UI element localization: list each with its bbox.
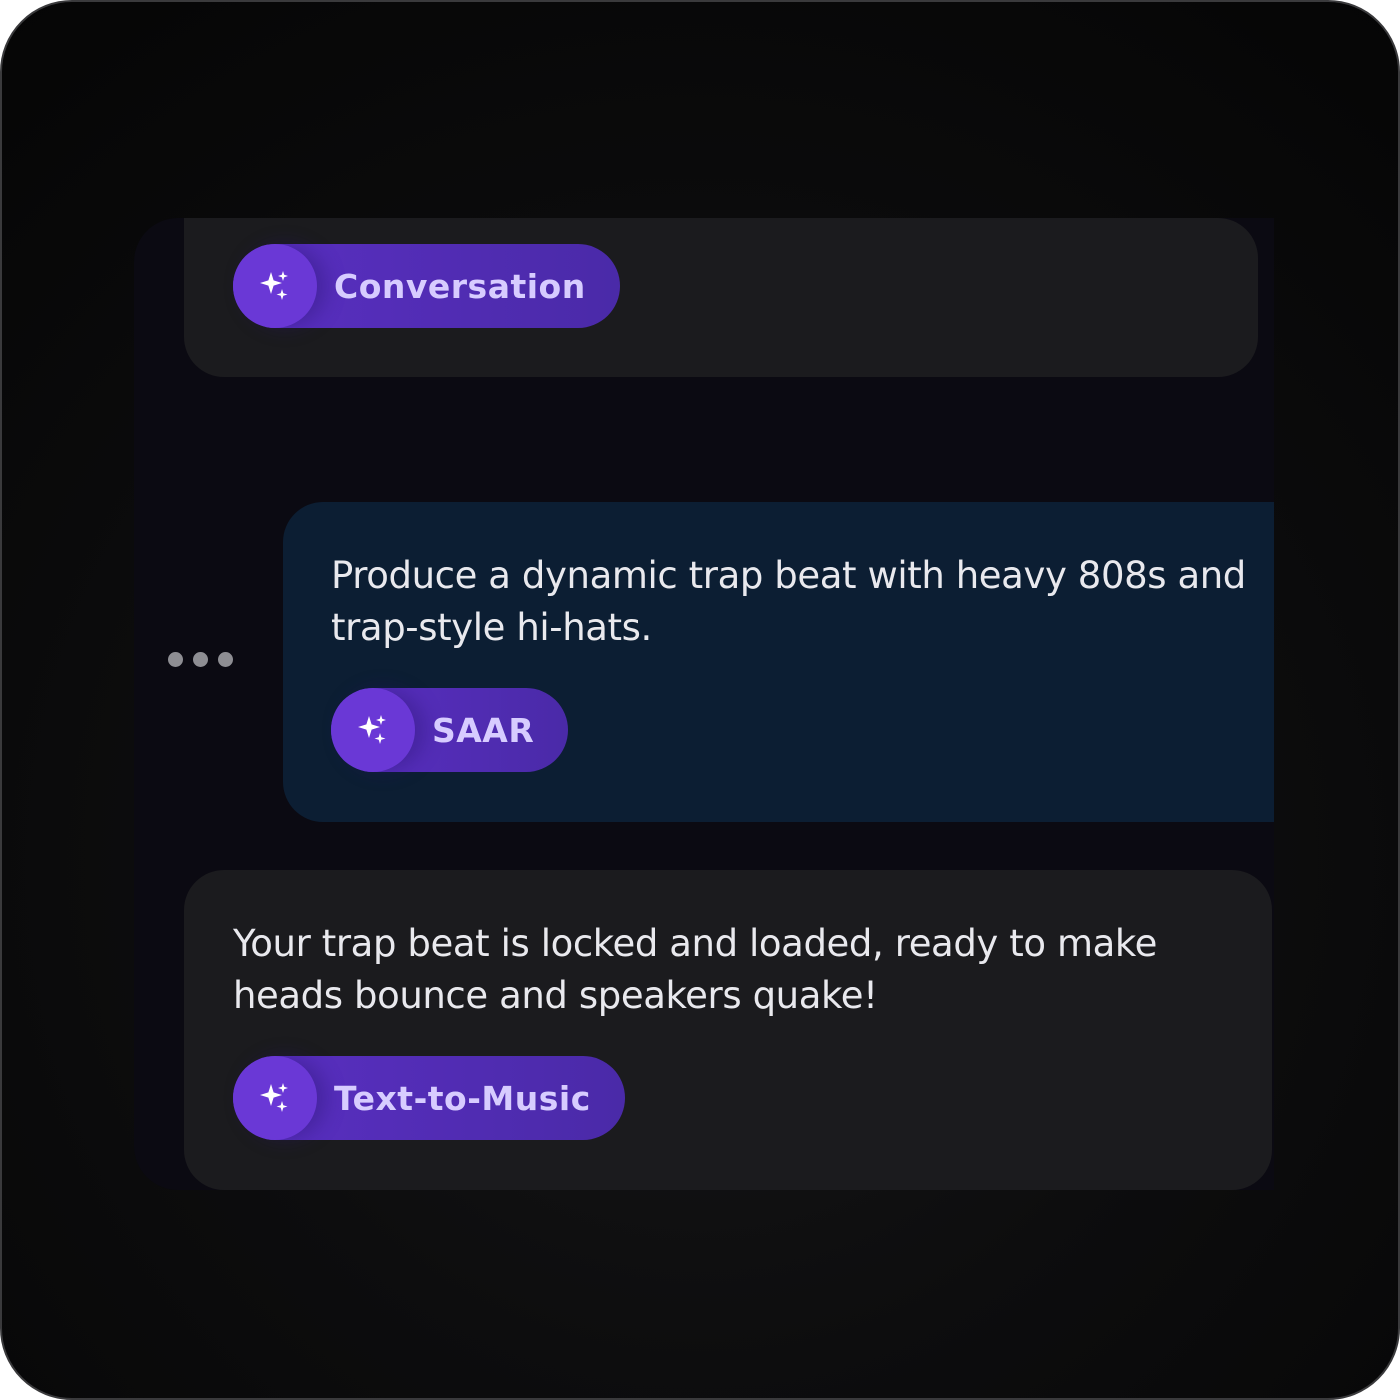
assistant-message-text: Your trap beat is locked and loaded, rea… bbox=[233, 918, 1253, 1022]
message-line: trap-style hi-hats. bbox=[331, 606, 652, 649]
message-line: heads bounce and speakers quake! bbox=[233, 974, 878, 1017]
sparkles-icon bbox=[233, 1056, 317, 1140]
sparkles-icon bbox=[233, 244, 317, 328]
saar-tag[interactable]: SAAR bbox=[331, 688, 569, 772]
dot bbox=[193, 652, 208, 667]
chat-thread: Conversation Produce a dynamic trap beat… bbox=[134, 218, 1274, 1190]
user-message-text: Produce a dynamic trap beat with heavy 8… bbox=[331, 550, 1274, 654]
text-to-music-tag[interactable]: Text-to-Music bbox=[233, 1056, 625, 1140]
tag-label: Conversation bbox=[334, 266, 586, 306]
sparkles-icon bbox=[331, 688, 415, 772]
message-line: Produce a dynamic trap beat with heavy 8… bbox=[331, 554, 1246, 597]
assistant-message-card: Your trap beat is locked and loaded, rea… bbox=[184, 870, 1272, 1190]
assistant-message-card: Conversation bbox=[184, 218, 1258, 377]
app-frame: Conversation Produce a dynamic trap beat… bbox=[0, 0, 1400, 1400]
tag-label: Text-to-Music bbox=[334, 1078, 591, 1118]
message-line: Your trap beat is locked and loaded, rea… bbox=[233, 922, 1157, 965]
user-message-card: Produce a dynamic trap beat with heavy 8… bbox=[283, 502, 1274, 822]
dot bbox=[168, 652, 183, 667]
more-dots-icon[interactable] bbox=[168, 652, 233, 667]
dot bbox=[218, 652, 233, 667]
tag-label: SAAR bbox=[432, 710, 535, 750]
conversation-tag[interactable]: Conversation bbox=[233, 244, 620, 328]
